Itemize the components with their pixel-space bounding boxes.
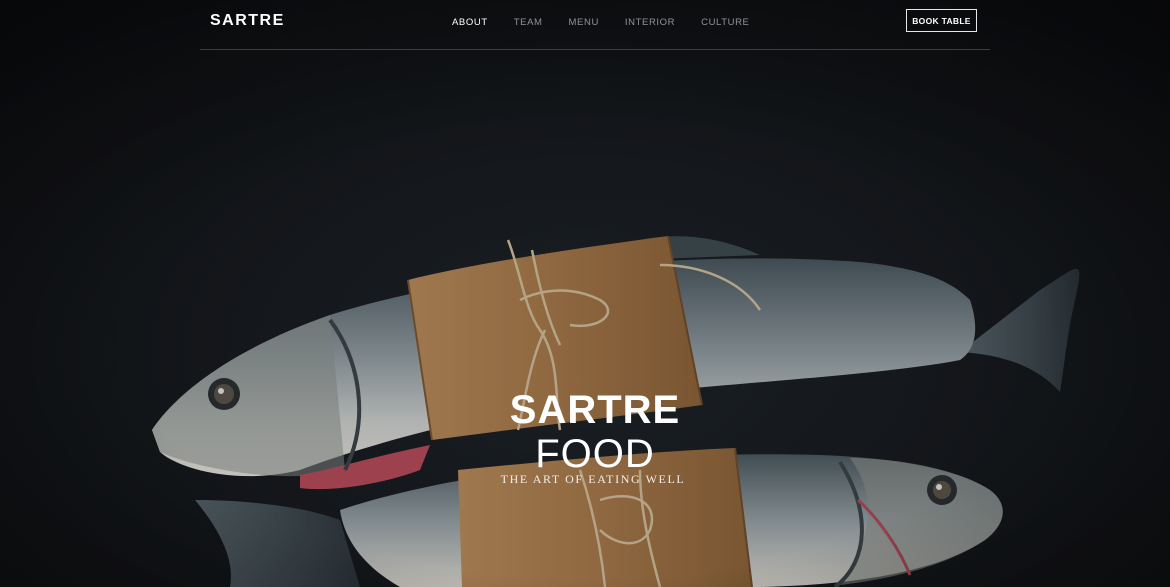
hero-tagline: THE ART OF EATING WELL (500, 472, 686, 486)
main-nav: ABOUT TEAM MENU INTERIOR CULTURE (452, 17, 775, 28)
hero-text: SARTRE FOOD THE ART OF EATING WELL (0, 388, 1170, 487)
hero-title-line2: FOOD (535, 432, 655, 476)
logo[interactable]: SARTRE (210, 12, 285, 30)
site-header: SARTRE ABOUT TEAM MENU INTERIOR CULTURE … (200, 0, 990, 50)
nav-item-interior[interactable]: INTERIOR (625, 17, 675, 28)
nav-item-menu[interactable]: MENU (569, 17, 599, 28)
book-table-button[interactable]: BOOK TABLE (906, 9, 977, 32)
nav-item-culture[interactable]: CULTURE (701, 17, 749, 28)
page: SARTRE ABOUT TEAM MENU INTERIOR CULTURE … (0, 0, 1170, 587)
nav-item-team[interactable]: TEAM (514, 17, 543, 28)
hero-photo (0, 0, 1170, 587)
nav-item-about[interactable]: ABOUT (452, 17, 488, 28)
hero-title-line1: SARTRE (509, 388, 681, 432)
